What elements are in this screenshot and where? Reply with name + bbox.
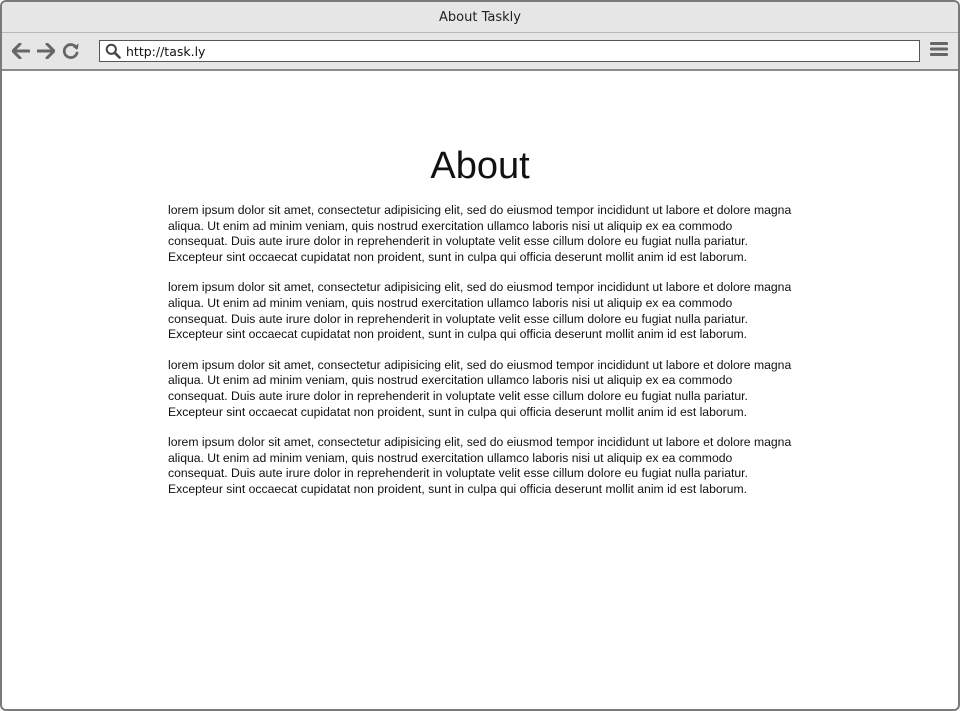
url-input[interactable] <box>126 42 919 60</box>
window-titlebar: About Taskly <box>2 2 958 33</box>
forward-arrow-icon <box>37 43 55 59</box>
body-paragraph: lorem ipsum dolor sit amet, consectetur … <box>168 203 792 264</box>
body-paragraph: lorem ipsum dolor sit amet, consectetur … <box>168 357 792 419</box>
menu-button[interactable] <box>928 40 950 62</box>
address-bar[interactable] <box>99 40 920 62</box>
search-icon <box>104 42 122 60</box>
back-button[interactable] <box>10 40 32 62</box>
browser-toolbar <box>2 33 958 71</box>
body-paragraph: lorem ipsum dolor sit amet, consectetur … <box>168 280 792 342</box>
reload-icon <box>62 42 80 60</box>
hamburger-menu-icon <box>929 40 949 62</box>
window-title: About Taskly <box>439 9 521 25</box>
back-arrow-icon <box>12 43 30 59</box>
browser-window: About Taskly http://task.ly About lorem … <box>0 0 960 711</box>
body-paragraph: lorem ipsum dolor sit amet, consectetur … <box>168 435 792 496</box>
forward-button[interactable] <box>35 40 57 62</box>
reload-button[interactable] <box>60 40 82 62</box>
page-title: About <box>430 145 530 187</box>
page-content: About lorem ipsum dolor sit amet, consec… <box>2 71 958 498</box>
